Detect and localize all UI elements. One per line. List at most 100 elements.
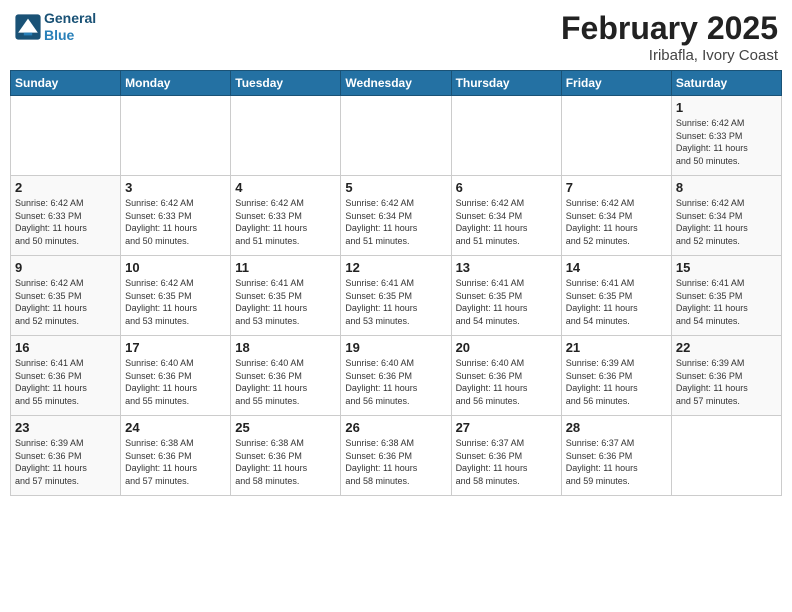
- day-info: Sunrise: 6:38 AM Sunset: 6:36 PM Dayligh…: [125, 437, 226, 487]
- calendar-day: 4 Sunrise: 6:42 AM Sunset: 6:33 PM Daylig…: [231, 176, 341, 256]
- calendar-table: SundayMondayTuesdayWednesdayThursdayFrid…: [10, 70, 782, 496]
- day-number: 7: [566, 180, 667, 195]
- day-number: 25: [235, 420, 336, 435]
- calendar-day: 28 Sunrise: 6:37 AM Sunset: 6:36 PM Dayli…: [561, 416, 671, 496]
- weekday-header: Thursday: [451, 71, 561, 96]
- calendar-day: 8Sunrise: 6:42 AM Sunset: 6:34 PM Daylig…: [671, 176, 781, 256]
- calendar-day: 2 Sunrise: 6:42 AM Sunset: 6:33 PM Daylig…: [11, 176, 121, 256]
- calendar-day: 10 Sunrise: 6:42 AM Sunset: 6:35 PM Dayli…: [121, 256, 231, 336]
- day-info: Sunrise: 6:39 AM Sunset: 6:36 PM Dayligh…: [566, 357, 667, 407]
- day-number: 22: [676, 340, 777, 355]
- day-number: 2: [15, 180, 116, 195]
- calendar-day: 1 Sunrise: 6:42 AM Sunset: 6:33 PM Daylig…: [671, 96, 781, 176]
- calendar-day: 22 Sunrise: 6:39 AM Sunset: 6:36 PM Dayli…: [671, 336, 781, 416]
- day-number: 6: [456, 180, 557, 195]
- day-info: Sunrise: 6:40 AM Sunset: 6:36 PM Dayligh…: [456, 357, 557, 407]
- calendar-day: [341, 96, 451, 176]
- logo-line2: Blue: [44, 27, 96, 44]
- calendar-day: 25 Sunrise: 6:38 AM Sunset: 6:36 PM Dayli…: [231, 416, 341, 496]
- day-number: 3: [125, 180, 226, 195]
- calendar-day: 7Sunrise: 6:42 AM Sunset: 6:34 PM Daylig…: [561, 176, 671, 256]
- day-number: 17: [125, 340, 226, 355]
- day-number: 12: [345, 260, 446, 275]
- day-info: Sunrise: 6:42 AM Sunset: 6:33 PM Dayligh…: [676, 117, 777, 167]
- day-number: 10: [125, 260, 226, 275]
- day-info: Sunrise: 6:42 AM Sunset: 6:33 PM Dayligh…: [235, 197, 336, 247]
- calendar-day: 3 Sunrise: 6:42 AM Sunset: 6:33 PM Daylig…: [121, 176, 231, 256]
- weekday-header: Sunday: [11, 71, 121, 96]
- day-info: Sunrise: 6:42 AM Sunset: 6:34 PM Dayligh…: [456, 197, 557, 247]
- calendar-day: 13Sunrise: 6:41 AM Sunset: 6:35 PM Dayli…: [451, 256, 561, 336]
- calendar-day: 5 Sunrise: 6:42 AM Sunset: 6:34 PM Daylig…: [341, 176, 451, 256]
- weekday-header: Tuesday: [231, 71, 341, 96]
- calendar-body: 1 Sunrise: 6:42 AM Sunset: 6:33 PM Daylig…: [11, 96, 782, 496]
- day-info: Sunrise: 6:41 AM Sunset: 6:35 PM Dayligh…: [235, 277, 336, 327]
- weekday-header: Saturday: [671, 71, 781, 96]
- day-info: Sunrise: 6:40 AM Sunset: 6:36 PM Dayligh…: [125, 357, 226, 407]
- calendar-header: SundayMondayTuesdayWednesdayThursdayFrid…: [11, 71, 782, 96]
- day-number: 13: [456, 260, 557, 275]
- day-info: Sunrise: 6:42 AM Sunset: 6:34 PM Dayligh…: [676, 197, 777, 247]
- day-number: 11: [235, 260, 336, 275]
- day-info: Sunrise: 6:37 AM Sunset: 6:36 PM Dayligh…: [456, 437, 557, 487]
- day-info: Sunrise: 6:42 AM Sunset: 6:33 PM Dayligh…: [15, 197, 116, 247]
- calendar-day: 23 Sunrise: 6:39 AM Sunset: 6:36 PM Dayli…: [11, 416, 121, 496]
- calendar-day: 20 Sunrise: 6:40 AM Sunset: 6:36 PM Dayli…: [451, 336, 561, 416]
- logo-line1: General: [44, 10, 96, 27]
- weekday-header: Monday: [121, 71, 231, 96]
- day-info: Sunrise: 6:42 AM Sunset: 6:35 PM Dayligh…: [125, 277, 226, 327]
- day-number: 27: [456, 420, 557, 435]
- day-info: Sunrise: 6:41 AM Sunset: 6:35 PM Dayligh…: [345, 277, 446, 327]
- calendar-day: 16Sunrise: 6:41 AM Sunset: 6:36 PM Dayli…: [11, 336, 121, 416]
- day-number: 5: [345, 180, 446, 195]
- calendar-day: [121, 96, 231, 176]
- calendar-day: 21 Sunrise: 6:39 AM Sunset: 6:36 PM Dayli…: [561, 336, 671, 416]
- main-title: February 2025: [561, 10, 778, 47]
- calendar-day: 9 Sunrise: 6:42 AM Sunset: 6:35 PM Daylig…: [11, 256, 121, 336]
- day-number: 28: [566, 420, 667, 435]
- calendar-week: 9 Sunrise: 6:42 AM Sunset: 6:35 PM Daylig…: [11, 256, 782, 336]
- day-number: 15: [676, 260, 777, 275]
- day-number: 21: [566, 340, 667, 355]
- day-number: 4: [235, 180, 336, 195]
- day-number: 19: [345, 340, 446, 355]
- page-header: General Blue February 2025 Iribafla, Ivo…: [10, 10, 782, 64]
- day-number: 23: [15, 420, 116, 435]
- day-info: Sunrise: 6:42 AM Sunset: 6:33 PM Dayligh…: [125, 197, 226, 247]
- subtitle: Iribafla, Ivory Coast: [561, 47, 778, 64]
- calendar-day: [561, 96, 671, 176]
- calendar-day: 17 Sunrise: 6:40 AM Sunset: 6:36 PM Dayli…: [121, 336, 231, 416]
- day-number: 18: [235, 340, 336, 355]
- calendar-week: 2 Sunrise: 6:42 AM Sunset: 6:33 PM Daylig…: [11, 176, 782, 256]
- calendar-day: [671, 416, 781, 496]
- calendar-day: 27 Sunrise: 6:37 AM Sunset: 6:36 PM Dayli…: [451, 416, 561, 496]
- calendar-day: 14 Sunrise: 6:41 AM Sunset: 6:35 PM Dayli…: [561, 256, 671, 336]
- day-info: Sunrise: 6:42 AM Sunset: 6:34 PM Dayligh…: [345, 197, 446, 247]
- day-info: Sunrise: 6:42 AM Sunset: 6:35 PM Dayligh…: [15, 277, 116, 327]
- day-info: Sunrise: 6:39 AM Sunset: 6:36 PM Dayligh…: [676, 357, 777, 407]
- day-info: Sunrise: 6:40 AM Sunset: 6:36 PM Dayligh…: [345, 357, 446, 407]
- day-number: 14: [566, 260, 667, 275]
- weekday-header: Wednesday: [341, 71, 451, 96]
- title-block: February 2025 Iribafla, Ivory Coast: [561, 10, 778, 64]
- logo-icon: [14, 13, 42, 41]
- day-info: Sunrise: 6:37 AM Sunset: 6:36 PM Dayligh…: [566, 437, 667, 487]
- calendar-week: 16Sunrise: 6:41 AM Sunset: 6:36 PM Dayli…: [11, 336, 782, 416]
- day-info: Sunrise: 6:41 AM Sunset: 6:35 PM Dayligh…: [676, 277, 777, 327]
- day-number: 9: [15, 260, 116, 275]
- calendar-day: 11 Sunrise: 6:41 AM Sunset: 6:35 PM Dayli…: [231, 256, 341, 336]
- calendar-day: 24Sunrise: 6:38 AM Sunset: 6:36 PM Dayli…: [121, 416, 231, 496]
- day-info: Sunrise: 6:40 AM Sunset: 6:36 PM Dayligh…: [235, 357, 336, 407]
- day-info: Sunrise: 6:41 AM Sunset: 6:36 PM Dayligh…: [15, 357, 116, 407]
- day-info: Sunrise: 6:38 AM Sunset: 6:36 PM Dayligh…: [235, 437, 336, 487]
- day-number: 20: [456, 340, 557, 355]
- calendar-day: [11, 96, 121, 176]
- calendar-day: [231, 96, 341, 176]
- calendar-day: 26Sunrise: 6:38 AM Sunset: 6:36 PM Dayli…: [341, 416, 451, 496]
- day-info: Sunrise: 6:39 AM Sunset: 6:36 PM Dayligh…: [15, 437, 116, 487]
- calendar-week: 1 Sunrise: 6:42 AM Sunset: 6:33 PM Daylig…: [11, 96, 782, 176]
- day-number: 1: [676, 100, 777, 115]
- weekday-header: Friday: [561, 71, 671, 96]
- day-info: Sunrise: 6:41 AM Sunset: 6:35 PM Dayligh…: [566, 277, 667, 327]
- day-number: 26: [345, 420, 446, 435]
